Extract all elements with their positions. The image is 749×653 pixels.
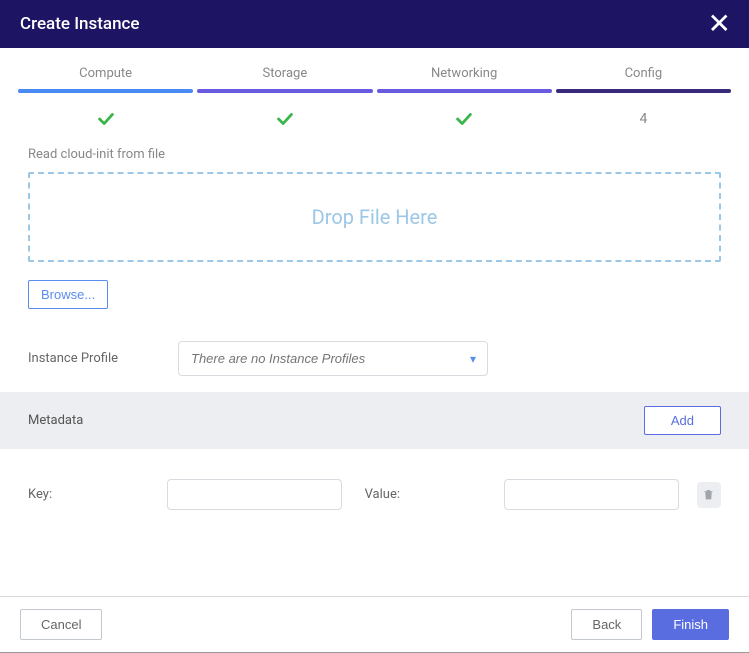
back-button[interactable]: Back — [571, 609, 642, 640]
dialog-footer: Cancel Back Finish — [0, 596, 749, 653]
check-icon — [453, 108, 475, 130]
metadata-value-label: Value: — [365, 487, 504, 502]
step-storage[interactable]: Storage — [197, 66, 372, 131]
step-indicator — [377, 107, 552, 131]
instance-profile-label: Instance Profile — [28, 351, 178, 366]
cloud-init-label: Read cloud-init from file — [28, 147, 721, 162]
step-navigation: Compute Storage Networking Config 4 — [0, 48, 749, 131]
check-icon — [95, 108, 117, 130]
step-progress-bar — [197, 89, 372, 93]
step-progress-bar — [556, 89, 731, 93]
instance-profile-input[interactable] — [178, 341, 488, 376]
dialog-header: Create Instance ✕ — [0, 0, 749, 48]
metadata-title: Metadata — [28, 413, 83, 428]
metadata-header: Metadata Add — [0, 392, 749, 449]
browse-button[interactable]: Browse... — [28, 280, 108, 309]
metadata-row: Key: Value: — [28, 479, 721, 530]
metadata-key-label: Key: — [28, 487, 167, 502]
step-label: Storage — [197, 66, 372, 89]
metadata-key-input[interactable] — [167, 479, 342, 510]
check-icon — [274, 108, 296, 130]
step-indicator — [18, 107, 193, 131]
step-label: Config — [556, 66, 731, 89]
dialog-title: Create Instance — [20, 14, 140, 34]
step-compute[interactable]: Compute — [18, 66, 193, 131]
close-icon[interactable]: ✕ — [708, 10, 731, 38]
cancel-button[interactable]: Cancel — [20, 609, 102, 640]
add-metadata-button[interactable]: Add — [644, 406, 721, 435]
step-number: 4 — [639, 111, 647, 127]
trash-icon — [702, 488, 715, 501]
step-indicator: 4 — [556, 107, 731, 131]
instance-profile-select[interactable]: ▾ — [178, 341, 488, 376]
drop-zone-text: Drop File Here — [312, 205, 438, 229]
step-progress-bar — [377, 89, 552, 93]
step-networking[interactable]: Networking — [377, 66, 552, 131]
step-label: Compute — [18, 66, 193, 89]
metadata-value-input[interactable] — [504, 479, 679, 510]
step-indicator — [197, 107, 372, 131]
instance-profile-row: Instance Profile ▾ — [28, 341, 721, 376]
step-progress-bar — [18, 89, 193, 93]
step-label: Networking — [377, 66, 552, 89]
file-drop-zone[interactable]: Drop File Here — [28, 172, 721, 262]
step-config[interactable]: Config 4 — [556, 66, 731, 131]
dialog-body: Read cloud-init from file Drop File Here… — [0, 131, 749, 596]
delete-metadata-button[interactable] — [697, 482, 721, 508]
finish-button[interactable]: Finish — [652, 609, 729, 640]
